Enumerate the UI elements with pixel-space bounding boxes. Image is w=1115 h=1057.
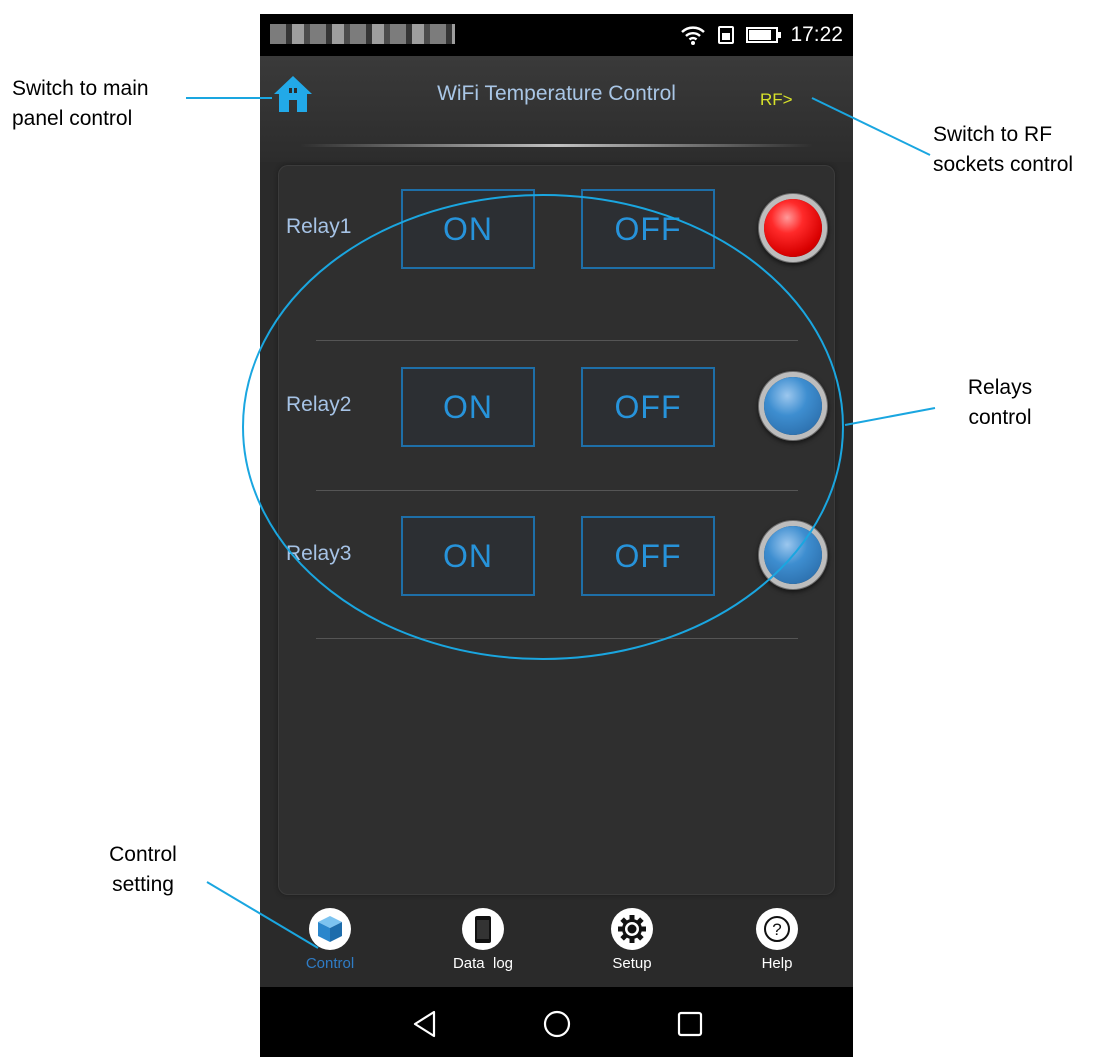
- relay2-status-led: [764, 377, 822, 435]
- annotation-rf-sockets: Switch to RF sockets control: [933, 120, 1073, 180]
- relay-row-2: Relay2 ON OFF: [278, 367, 835, 451]
- annotation-line: control: [968, 406, 1032, 429]
- relay-row-3: Relay3 ON OFF: [278, 516, 835, 600]
- recent-apps-icon[interactable]: [675, 1009, 705, 1039]
- help-icon: ?: [756, 908, 798, 950]
- relay-label: Relay3: [286, 542, 352, 565]
- cube-icon: [309, 908, 351, 950]
- phone-screen: 17:22 WiFi Temperature Control RF> Relay…: [260, 14, 853, 1057]
- system-nav-bar: [260, 987, 853, 1057]
- nav-help[interactable]: ? Help: [717, 907, 837, 972]
- nav-data-log[interactable]: Data log: [423, 907, 543, 972]
- row-divider: [316, 340, 798, 341]
- relay-row-1: Relay1 ON OFF: [278, 189, 835, 273]
- nav-label: Data log: [452, 955, 514, 972]
- annotation-line: setting: [112, 873, 174, 896]
- relay3-status-led: [764, 526, 822, 584]
- phone-icon: [462, 908, 504, 950]
- status-icons: 17:22: [680, 20, 843, 50]
- relay3-on-button[interactable]: ON: [401, 516, 535, 596]
- relay-label: Relay2: [286, 393, 352, 416]
- annotation-line: sockets control: [933, 153, 1074, 176]
- nav-control[interactable]: Control: [270, 907, 390, 972]
- sim-icon: [718, 26, 735, 44]
- svg-text:?: ?: [772, 920, 781, 939]
- relay-panel: Relay1 ON OFF Relay2 ON OFF Relay3 ON OF…: [278, 165, 835, 895]
- battery-icon: [746, 27, 782, 43]
- home-circle-icon[interactable]: [542, 1009, 572, 1039]
- status-time: 17:22: [790, 23, 843, 46]
- annotation-main-panel: Switch to main panel control: [0, 74, 198, 134]
- annotation-line: Control: [109, 843, 177, 866]
- row-divider: [316, 638, 798, 639]
- annotation-line: Switch to RF: [933, 123, 1053, 146]
- nav-label: Setup: [612, 955, 652, 972]
- relay1-on-button[interactable]: ON: [401, 189, 535, 269]
- relay1-status-led: [764, 199, 822, 257]
- gear-icon: [611, 908, 653, 950]
- relay2-off-button[interactable]: OFF: [581, 367, 715, 447]
- relay3-off-button[interactable]: OFF: [581, 516, 715, 596]
- annotation-line: Switch to main: [12, 77, 149, 100]
- callout-relays-line: [844, 407, 936, 426]
- wifi-icon: [681, 26, 706, 45]
- carrier-info-blurred: [270, 24, 455, 44]
- status-bar: 17:22: [260, 14, 853, 56]
- relay1-off-button[interactable]: OFF: [581, 189, 715, 269]
- app-bar: WiFi Temperature Control RF>: [260, 56, 853, 162]
- nav-label: Help: [761, 955, 793, 972]
- nav-label: Control: [305, 955, 355, 972]
- relay-label: Relay1: [286, 215, 352, 238]
- annotation-relays-control: Relays control: [930, 373, 1070, 433]
- rf-switch-link[interactable]: RF>: [760, 90, 793, 110]
- nav-setup[interactable]: Setup: [572, 907, 692, 972]
- relay2-on-button[interactable]: ON: [401, 367, 535, 447]
- bottom-nav: Control Data log Setup ? Help: [260, 907, 853, 987]
- title-divider: [300, 144, 813, 147]
- annotation-control-setting: Control setting: [88, 840, 198, 900]
- row-divider: [316, 490, 798, 491]
- back-icon[interactable]: [410, 1009, 440, 1039]
- annotation-line: panel control: [12, 107, 133, 130]
- annotation-line: Relays: [967, 376, 1033, 399]
